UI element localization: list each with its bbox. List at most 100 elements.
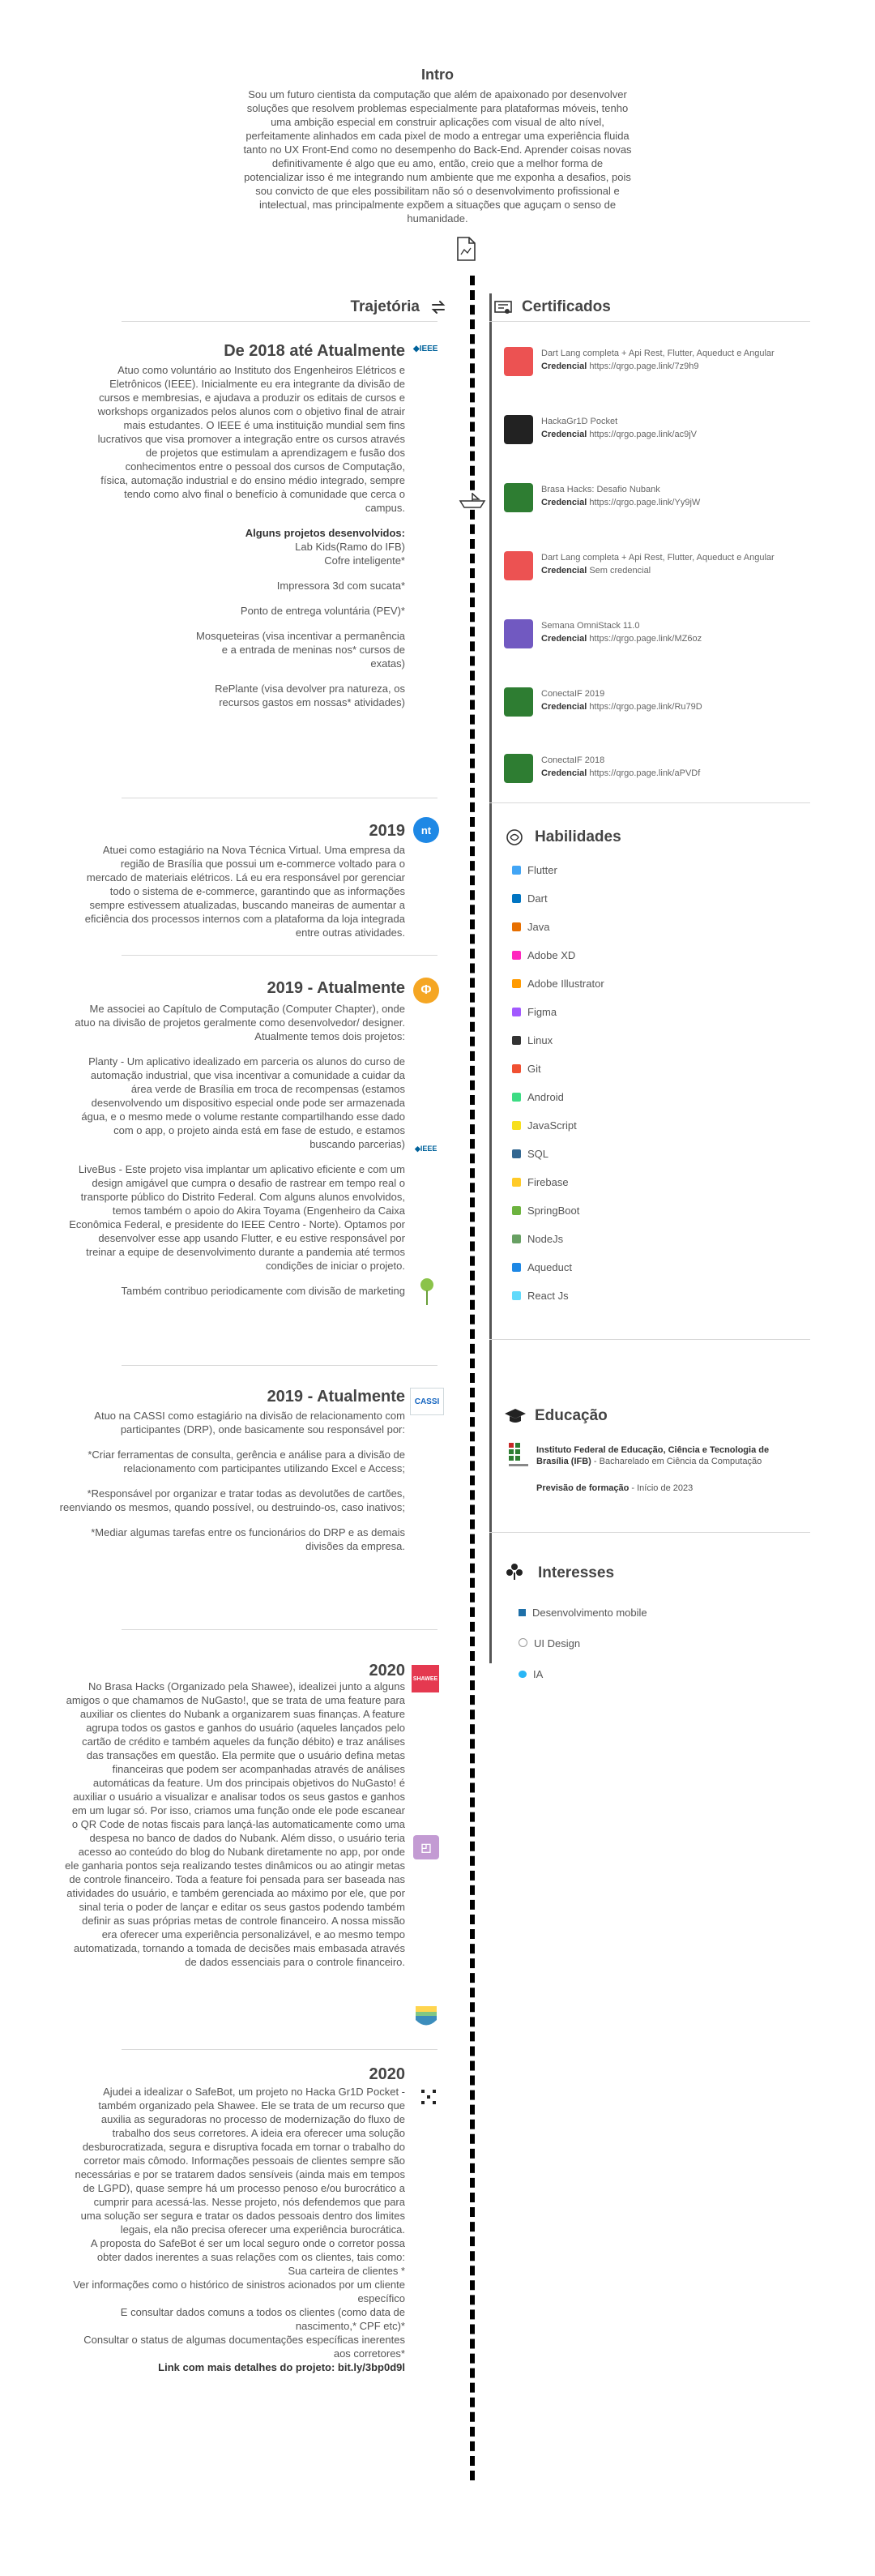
certificate-item[interactable]: Dart Lang completa + Api Rest, Flutter, … (504, 347, 812, 383)
nugasto-logo: ◰ (413, 1835, 439, 1859)
entry-text: Ajudei a idealizar o SafeBot, um projeto… (75, 2086, 405, 2236)
education-institution: Instituto Federal de Educação, Ciência e… (536, 1444, 771, 1467)
educacao-title: Educação (535, 1407, 608, 1424)
project-link[interactable]: Link com mais detalhes do projeto: bit.l… (73, 2360, 405, 2374)
project-item: Ponto de entrega voluntária (PEV)* (240, 605, 405, 617)
certificate-logo (504, 551, 533, 580)
certificados-bottom-divider (489, 802, 810, 803)
skill-icon (512, 1263, 521, 1272)
certificate-credential[interactable]: Credencial https://qrgo.page.link/aPVDf (541, 768, 700, 778)
certificate-name: Semana OmniStack 11.0 (541, 621, 640, 631)
certificate-item[interactable]: ConectaIF 2018 Credencial https://qrgo.pa… (504, 754, 812, 789)
certificados-title: Certificados (522, 298, 611, 315)
interest-item: Desenvolvimento mobile (519, 1607, 647, 1619)
certificate-name: Brasa Hacks: Desafio Nubank (541, 485, 660, 494)
certificate-logo (504, 483, 533, 512)
right-column-line (489, 293, 492, 1663)
shawee-logo: SHAWEE (412, 1665, 439, 1692)
forecast-label: Previsão de formação (536, 1483, 630, 1493)
certificate-credential[interactable]: Credencial https://qrgo.page.link/7z9h9 (541, 362, 698, 371)
skill-label: Android (527, 1091, 564, 1103)
timeline-line (470, 276, 475, 2480)
skill-item: Adobe Illustrator (512, 978, 755, 992)
skill-item: Aqueduct (512, 1261, 755, 1276)
skill-icon (512, 894, 521, 903)
skill-label: Firebase (527, 1176, 569, 1188)
graduation-cap-icon (504, 1407, 527, 1425)
skill-label: Flutter (527, 864, 557, 876)
skill-item: Java (512, 921, 755, 935)
educacao-divider (489, 1532, 810, 1533)
entry-text: *Mediar algumas tarefas entre os funcion… (91, 1526, 405, 1552)
ieee-small-logo: ◆IEEE (415, 1145, 438, 1153)
skill-icon (512, 922, 521, 931)
skills-icon (506, 828, 523, 846)
skill-label: Dart (527, 892, 548, 905)
swap-icon (429, 298, 447, 316)
entry-title-safebot: 2020 (369, 2065, 406, 2083)
entry-text: E consultar dados comuns a todos os clie… (120, 2306, 405, 2332)
skill-icon (512, 1178, 521, 1187)
certificate-credential[interactable]: Credencial https://qrgo.page.link/MZ6oz (541, 634, 702, 644)
entry-title-ieee: De 2018 até Atualmente (224, 342, 405, 360)
document-icon (455, 237, 476, 261)
skill-item: Figma (512, 1006, 755, 1021)
project-item: Lab Kids(Ramo do IFB) (295, 541, 405, 553)
certificate-credential[interactable]: Credencial https://qrgo.page.link/ac9jV (541, 430, 697, 439)
skill-label: Figma (527, 1006, 557, 1018)
skill-label: Adobe Illustrator (527, 978, 604, 990)
computer-chapter-logo: Φ (413, 978, 439, 1003)
certificate-logo (504, 347, 533, 376)
skill-icon (512, 979, 521, 988)
skill-item: Linux (512, 1034, 755, 1049)
skill-item: Android (512, 1091, 755, 1106)
interesses-title: Interesses (538, 1564, 615, 1581)
project-item: Mosqueteiras (visa incentivar a permanên… (196, 630, 405, 670)
ieee-logo: ◆IEEE (413, 344, 438, 353)
entry-text: Atuo na CASSI como estagiário na divisão… (94, 1410, 405, 1436)
intro-title: Intro (421, 66, 454, 83)
certificate-item[interactable]: ConectaIF 2019 Credencial https://qrgo.pa… (504, 687, 812, 723)
projects-title: Alguns projetos desenvolvidos: (245, 527, 405, 539)
skill-icon (512, 951, 521, 960)
certificate-credential[interactable]: Credencial https://qrgo.page.link/Ru79D (541, 702, 702, 712)
interest-item: UI Design (519, 1637, 580, 1650)
certificate-credential[interactable]: Credencial https://qrgo.page.link/Yy9jW (541, 498, 700, 507)
skill-icon (512, 1093, 521, 1102)
entry-text: *Responsável por organizar e tratar toda… (59, 1487, 405, 1513)
certificate-name: ConectaIF 2019 (541, 689, 605, 699)
skill-label: SpringBoot (527, 1205, 580, 1217)
ifb-logo (509, 1443, 528, 1470)
intro-text: Sou um futuro cientista da computação qu… (243, 88, 632, 225)
cassi-logo: CASSI (410, 1388, 444, 1415)
certificate-logo (504, 415, 533, 444)
certificate-item[interactable]: Dart Lang completa + Api Rest, Flutter, … (504, 551, 812, 587)
skill-item: Adobe XD (512, 949, 755, 964)
skill-icon (512, 1064, 521, 1073)
certificate-item[interactable]: HackaGr1D Pocket Credencial https://qrgo.… (504, 415, 812, 451)
entry-text: *Criar ferramentas de consulta, gerência… (88, 1448, 405, 1474)
ship-icon (459, 491, 486, 509)
interest-item: IA (519, 1668, 543, 1680)
entry-text: Atuei como estagiário na Nova Técnica Vi… (84, 844, 405, 939)
certificate-name: HackaGr1D Pocket (541, 417, 618, 426)
design-icon (519, 1638, 527, 1647)
planty-logo (418, 1277, 436, 1307)
certificate-item[interactable]: Brasa Hacks: Desafio Nubank Credencial ht… (504, 483, 812, 519)
project-item: Cofre inteligente* (324, 554, 405, 567)
project-item: RePlante (visa devolver pra natureza, os… (215, 683, 405, 708)
skill-icon (512, 1036, 521, 1045)
entry-text: Também contribuo periodicamente com divi… (121, 1285, 405, 1297)
skill-item: JavaScript (512, 1119, 755, 1134)
certificate-item[interactable]: Semana OmniStack 11.0 Credencial https://… (504, 619, 812, 655)
entry-body-computer-chapter: Me associei ao Capítulo de Computação (C… (68, 1002, 405, 1298)
entry-text: Consultar o status de algumas documentaç… (83, 2334, 405, 2360)
forecast-value: - Início de 2023 (631, 1483, 694, 1493)
certificate-logo (504, 619, 533, 648)
skill-icon (512, 1235, 521, 1243)
certificate-credential[interactable]: Credencial Sem credencial (541, 566, 651, 576)
interests-icon (506, 1563, 523, 1581)
entry-divider (122, 1629, 438, 1630)
skill-icon (512, 1291, 521, 1300)
skill-item: React Js (512, 1290, 755, 1304)
